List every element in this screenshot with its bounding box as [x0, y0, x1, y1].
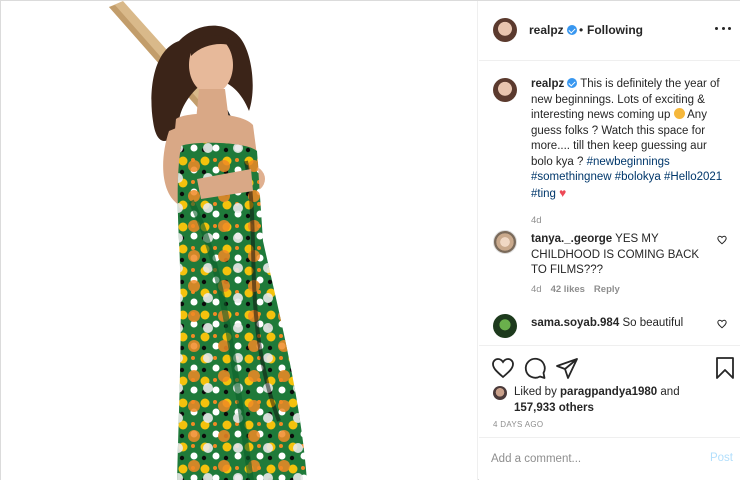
- post-header: realpz • Following: [479, 1, 740, 61]
- header-separator: •: [579, 23, 584, 37]
- likes-summary: Liked by paragpandya1980 and 157,933 oth…: [514, 385, 714, 416]
- grinning-emoji-icon: [673, 108, 685, 119]
- avatar[interactable]: [493, 230, 517, 254]
- caption-username[interactable]: realpz: [531, 78, 564, 90]
- comment-body: So beautiful: [622, 317, 684, 329]
- following-button[interactable]: Following: [587, 23, 643, 37]
- comment-text: sama.soyab.984 So beautiful: [531, 316, 711, 332]
- add-comment-bar: Post: [479, 437, 740, 480]
- avatar[interactable]: [493, 18, 517, 42]
- comment-likes-count[interactable]: 42 likes: [551, 284, 585, 295]
- caption-timestamp[interactable]: 4d: [531, 215, 542, 226]
- heart-outline-icon[interactable]: [717, 319, 727, 329]
- red-heart-emoji-icon: ♥: [559, 185, 567, 200]
- paper-plane-icon[interactable]: [555, 356, 579, 380]
- reply-button[interactable]: Reply: [594, 284, 620, 295]
- verified-badge-icon: [566, 25, 577, 35]
- likes-middle: and: [657, 386, 680, 398]
- comment-username[interactable]: sama.soyab.984: [531, 317, 619, 329]
- avatar[interactable]: [493, 386, 507, 400]
- hashtag-link[interactable]: #Hello2021: [664, 171, 722, 183]
- post-modal: realpz • Following realpz This is defini…: [0, 0, 740, 480]
- heart-outline-icon[interactable]: [491, 356, 515, 380]
- hashtag-link[interactable]: #ting: [531, 188, 556, 200]
- hashtag-link[interactable]: #bolokya: [615, 171, 661, 183]
- liker-username[interactable]: paragpandya1980: [560, 386, 657, 398]
- likes-others-link[interactable]: 157,933 others: [514, 402, 594, 414]
- post-button[interactable]: Post: [710, 452, 733, 464]
- comment-meta: 4d 42 likes Reply: [531, 284, 629, 295]
- avatar[interactable]: [493, 78, 517, 102]
- author-username-wrap: realpz: [529, 23, 577, 37]
- verified-badge-icon: [567, 78, 578, 88]
- comment-text: tanya._.george YES MY CHILDHOOD IS COMIN…: [531, 232, 711, 279]
- comment-username[interactable]: tanya._.george: [531, 233, 612, 245]
- post-image: [109, 1, 307, 480]
- action-bar: Liked by paragpandya1980 and 157,933 oth…: [479, 345, 740, 435]
- hashtag-link[interactable]: #somethingnew: [531, 171, 612, 183]
- post-photo[interactable]: [1, 1, 478, 480]
- caption-text: realpz This is definitely the year of ne…: [531, 77, 731, 202]
- avatar[interactable]: [493, 314, 517, 338]
- author-username[interactable]: realpz: [529, 23, 564, 37]
- comment-icon[interactable]: [523, 356, 547, 380]
- heart-outline-icon[interactable]: [717, 235, 727, 245]
- likes-prefix: Liked by: [514, 386, 561, 398]
- comments-list[interactable]: realpz This is definitely the year of ne…: [479, 62, 740, 344]
- comment-input[interactable]: [491, 450, 691, 468]
- bookmark-icon[interactable]: [713, 356, 737, 380]
- post-sidebar: realpz • Following realpz This is defini…: [479, 1, 740, 480]
- post-timestamp[interactable]: 4 DAYS AGO: [493, 420, 543, 429]
- more-horizontal-icon[interactable]: [715, 25, 731, 31]
- comment-timestamp[interactable]: 4d: [531, 284, 542, 295]
- hashtag-link[interactable]: #newbeginnings: [587, 156, 670, 168]
